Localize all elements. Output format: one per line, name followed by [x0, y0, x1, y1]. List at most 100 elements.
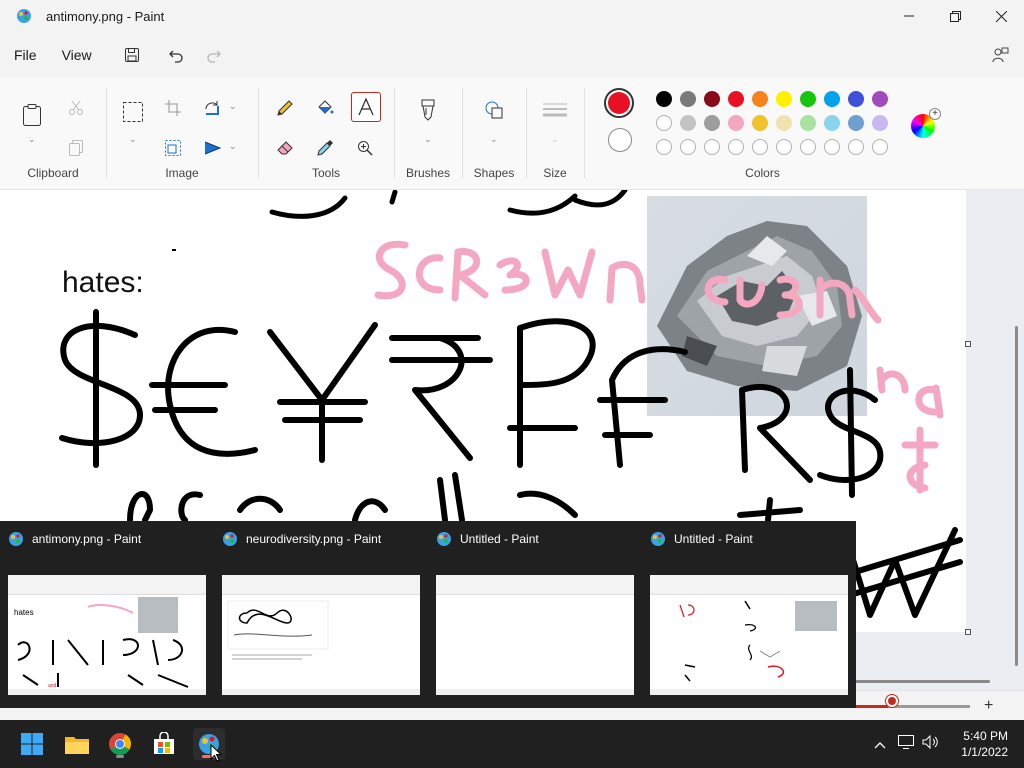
- shapes-button[interactable]: [480, 96, 508, 124]
- copy-button[interactable]: [62, 134, 90, 162]
- color-swatch[interactable]: [872, 91, 888, 107]
- custom-color-slot[interactable]: [848, 139, 864, 155]
- minimize-button[interactable]: [886, 0, 932, 32]
- chrome-icon: [109, 733, 131, 755]
- file-explorer-button[interactable]: [61, 728, 93, 760]
- color-swatch[interactable]: [800, 91, 816, 107]
- color-swatch[interactable]: [848, 91, 864, 107]
- text-button[interactable]: [351, 92, 381, 122]
- resize-handle[interactable]: [965, 629, 971, 635]
- clipboard-group: ⌄ Clipboard: [0, 84, 106, 188]
- network-button[interactable]: [898, 734, 914, 754]
- cut-button[interactable]: [62, 94, 90, 122]
- mouse-cursor-icon: [210, 744, 222, 762]
- chevron-down-icon[interactable]: ⌄: [551, 134, 559, 145]
- edit-colors-button[interactable]: +: [911, 108, 941, 138]
- custom-color-slot[interactable]: [776, 139, 792, 155]
- redo-button[interactable]: [200, 41, 228, 69]
- size-button[interactable]: [541, 96, 569, 124]
- chevron-down-icon[interactable]: ⌄: [229, 101, 237, 112]
- color-swatch[interactable]: [704, 115, 720, 131]
- secondary-color-swatch[interactable]: [608, 128, 632, 152]
- window-thumbnail[interactable]: Untitled - Paint: [642, 521, 856, 708]
- custom-color-slot[interactable]: [872, 139, 888, 155]
- chevron-up-icon: [874, 741, 886, 748]
- color-swatch[interactable]: [752, 115, 768, 131]
- brushes-button[interactable]: [414, 96, 442, 124]
- color-swatch[interactable]: [752, 91, 768, 107]
- custom-color-slot[interactable]: [728, 139, 744, 155]
- clock-date: 1/1/2022: [961, 745, 1008, 759]
- custom-color-slot[interactable]: [752, 139, 768, 155]
- volume-button[interactable]: [922, 734, 938, 754]
- color-swatch[interactable]: [800, 115, 816, 131]
- resize-button[interactable]: [159, 134, 187, 162]
- color-swatch[interactable]: [824, 115, 840, 131]
- color-swatch[interactable]: [776, 115, 792, 131]
- chrome-button[interactable]: [104, 728, 136, 760]
- thumbnail-title: neurodiversity.png - Paint: [246, 532, 382, 546]
- save-button[interactable]: [118, 41, 146, 69]
- brushes-label: Brushes: [405, 166, 451, 180]
- color-swatch[interactable]: [656, 91, 672, 107]
- custom-color-slot[interactable]: [680, 139, 696, 155]
- window-thumbnail[interactable]: antimony.png - Paint hates and: [0, 521, 214, 708]
- color-picker-button[interactable]: [311, 134, 339, 162]
- restore-button[interactable]: [932, 0, 978, 32]
- view-menu[interactable]: View: [50, 41, 104, 69]
- custom-color-slot[interactable]: [824, 139, 840, 155]
- clock-time: 5:40 PM: [963, 729, 1008, 743]
- line-size-icon: [543, 103, 567, 117]
- text-icon: [358, 98, 374, 116]
- clock[interactable]: 5:40 PM 1/1/2022: [961, 728, 1008, 760]
- primary-color-swatch[interactable]: [604, 88, 634, 118]
- window-thumbnail[interactable]: Untitled - Paint: [428, 521, 642, 708]
- crop-button[interactable]: [159, 94, 187, 122]
- color-swatch[interactable]: [848, 115, 864, 131]
- close-button[interactable]: [978, 0, 1024, 32]
- flip-button[interactable]: [199, 134, 227, 162]
- thumbnail-preview: hates and: [8, 575, 206, 695]
- eraser-button[interactable]: [271, 134, 299, 162]
- rotate-button[interactable]: [199, 94, 227, 122]
- zoom-slider-thumb[interactable]: [886, 695, 898, 707]
- start-button[interactable]: [16, 728, 48, 760]
- custom-color-slot[interactable]: [704, 139, 720, 155]
- color-swatch[interactable]: [656, 115, 672, 131]
- custom-color-slot[interactable]: [656, 139, 672, 155]
- color-swatch[interactable]: [704, 91, 720, 107]
- chevron-down-icon[interactable]: ⌄: [28, 134, 36, 145]
- color-swatch[interactable]: [680, 91, 696, 107]
- undo-button[interactable]: [162, 41, 190, 69]
- store-button[interactable]: [148, 728, 180, 760]
- tools-group: Tools: [259, 84, 393, 188]
- color-swatch[interactable]: [872, 115, 888, 131]
- chevron-down-icon[interactable]: ⌄: [129, 134, 137, 145]
- window-thumbnail[interactable]: neurodiversity.png - Paint: [214, 521, 428, 708]
- taskbar: 5:40 PM 1/1/2022: [0, 720, 1024, 768]
- select-button[interactable]: [119, 98, 147, 126]
- color-swatch[interactable]: [680, 115, 696, 131]
- chevron-down-icon[interactable]: ⌄: [490, 134, 498, 145]
- vertical-scrollbar[interactable]: [1015, 326, 1018, 666]
- color-swatch[interactable]: [824, 91, 840, 107]
- color-swatch[interactable]: [776, 91, 792, 107]
- pencil-button[interactable]: [271, 94, 299, 122]
- resize-handle[interactable]: [965, 341, 971, 347]
- chevron-down-icon[interactable]: ⌄: [229, 141, 237, 152]
- chevron-down-icon[interactable]: ⌄: [424, 134, 432, 145]
- file-menu[interactable]: File: [2, 41, 49, 69]
- network-icon: [898, 734, 914, 749]
- plus-icon: +: [929, 108, 941, 120]
- custom-color-slot[interactable]: [800, 139, 816, 155]
- magnifier-button[interactable]: [351, 134, 379, 162]
- share-button[interactable]: [986, 41, 1014, 69]
- color-swatch[interactable]: [728, 115, 744, 131]
- color-swatch[interactable]: [728, 91, 744, 107]
- show-hidden-icons-button[interactable]: [874, 737, 886, 752]
- thumbnail-preview: [222, 575, 420, 695]
- zoom-in-button[interactable]: +: [984, 697, 993, 715]
- paste-button[interactable]: [18, 98, 46, 132]
- fill-button[interactable]: [311, 94, 339, 122]
- thumbnail-title: Untitled - Paint: [460, 532, 539, 546]
